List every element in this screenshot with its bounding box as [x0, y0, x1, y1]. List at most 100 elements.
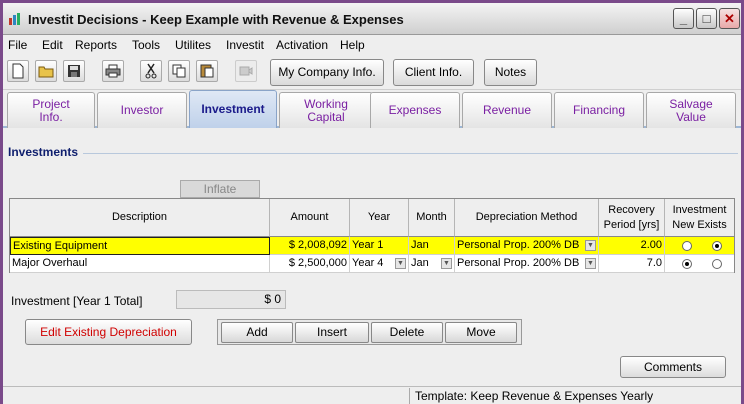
total-label: Investment [Year 1 Total]	[11, 294, 143, 308]
column-header-amount: Amount	[270, 199, 350, 237]
menu-investit[interactable]: Investit	[226, 38, 264, 52]
tab-label: Salvage	[669, 96, 713, 111]
month-cell[interactable]: Jan	[409, 237, 455, 255]
description-cell[interactable]: Existing Equipment	[10, 237, 270, 255]
menu-edit[interactable]: Edit	[42, 38, 63, 52]
depreciation-value: Personal Prop. 200% DB	[457, 239, 580, 251]
title-bar[interactable]: Investit Decisions - Keep Example with R…	[3, 3, 741, 35]
header-line: Period [yrs]	[603, 218, 660, 231]
depreciation-value: Personal Prop. 200% DB	[457, 257, 580, 269]
close-button[interactable]: ✕	[719, 8, 740, 29]
menu-activation[interactable]: Activation	[276, 38, 328, 52]
table-row[interactable]: Existing Equipment $ 2,008,092 Year 1 Ja…	[10, 237, 734, 255]
tab-label: Capital	[307, 109, 345, 124]
toolbar: My Company Info. Client Info. Notes	[3, 56, 741, 90]
camera-icon	[235, 60, 257, 82]
tab-label: Revenue	[482, 103, 532, 117]
tab-revenue[interactable]: Revenue	[462, 92, 552, 128]
move-button[interactable]: Move	[445, 322, 517, 343]
status-divider	[409, 388, 410, 404]
description-cell[interactable]: Major Overhaul	[10, 255, 270, 273]
tab-label: Investment	[201, 102, 265, 116]
recovery-cell[interactable]: 7.0	[599, 255, 665, 273]
amount-cell[interactable]: $ 2,500,000	[270, 255, 350, 273]
chevron-down-icon[interactable]: ▼	[395, 258, 406, 269]
amount-cell[interactable]: $ 2,008,092	[270, 237, 350, 255]
tab-label: Project	[32, 96, 70, 111]
investment-panel: Investments Inflate Description Amount Y…	[3, 130, 741, 387]
column-header-recovery: Recovery Period [yrs]	[599, 199, 665, 237]
section-title: Investments	[8, 145, 79, 159]
tab-project-info[interactable]: Project Info.	[7, 92, 95, 128]
tab-label: Value	[676, 109, 706, 124]
comments-button[interactable]: Comments	[620, 356, 726, 378]
section-divider	[83, 153, 738, 154]
edit-existing-depreciation-button[interactable]: Edit Existing Depreciation	[25, 319, 192, 345]
chevron-down-icon[interactable]: ▼	[585, 258, 596, 269]
new-radio[interactable]	[682, 259, 692, 269]
column-header-depreciation: Depreciation Method	[455, 199, 599, 237]
tab-bar: Project Info. Investor Investment Working…	[3, 90, 741, 128]
row-actions-group: Add Insert Delete Move	[217, 319, 522, 345]
header-line: Recovery	[608, 203, 655, 216]
app-icon	[9, 13, 20, 25]
tab-working-capital[interactable]: Working Capital	[279, 92, 373, 128]
exists-radio[interactable]	[712, 259, 722, 269]
column-header-description: Description	[10, 199, 270, 237]
column-header-month: Month	[409, 199, 455, 237]
tab-label: Working	[304, 96, 348, 111]
year-value: Year 4	[352, 257, 384, 269]
investment-table: Description Amount Year Month Depreciati…	[9, 198, 735, 273]
maximize-button[interactable]: □	[696, 8, 717, 29]
month-cell[interactable]: Jan ▼	[409, 255, 455, 273]
cut-icon[interactable]	[140, 60, 162, 82]
tab-investor[interactable]: Investor	[97, 92, 187, 128]
tab-label: Info.	[39, 109, 63, 124]
column-header-investment: Investment New Exists	[665, 199, 734, 237]
client-info-button[interactable]: Client Info.	[393, 59, 474, 86]
menu-reports[interactable]: Reports	[75, 38, 117, 52]
notes-button[interactable]: Notes	[484, 59, 537, 86]
tab-investment[interactable]: Investment	[189, 90, 277, 128]
delete-button[interactable]: Delete	[371, 322, 443, 343]
my-company-info-button[interactable]: My Company Info.	[270, 59, 384, 86]
open-icon[interactable]	[35, 60, 57, 82]
menu-bar: File Edit Reports Tools Utilites Investi…	[3, 35, 741, 55]
tab-salvage-value[interactable]: Salvage Value	[646, 92, 736, 128]
tab-label: Investor	[120, 103, 164, 117]
menu-file[interactable]: File	[8, 38, 27, 52]
minimize-button[interactable]: _	[673, 8, 694, 29]
add-button[interactable]: Add	[221, 322, 293, 343]
tab-financing[interactable]: Financing	[554, 92, 644, 128]
new-radio[interactable]	[682, 241, 692, 251]
status-template: Template: Keep Revenue & Expenses Yearly	[415, 389, 654, 403]
window-title: Investit Decisions - Keep Example with R…	[28, 12, 404, 27]
depreciation-cell[interactable]: Personal Prop. 200% DB ▼	[455, 255, 599, 273]
copy-icon[interactable]	[168, 60, 190, 82]
depreciation-cell[interactable]: Personal Prop. 200% DB ▼	[455, 237, 599, 255]
total-value: $ 0	[176, 290, 286, 309]
chevron-down-icon[interactable]: ▼	[441, 258, 452, 269]
menu-tools[interactable]: Tools	[132, 38, 160, 52]
chevron-down-icon[interactable]: ▼	[585, 240, 596, 251]
tab-expenses[interactable]: Expenses	[370, 92, 460, 128]
year-cell[interactable]: Year 4 ▼	[350, 255, 409, 273]
investment-type-cell	[665, 237, 734, 255]
recovery-cell[interactable]: 2.00	[599, 237, 665, 255]
print-icon[interactable]	[102, 60, 124, 82]
investment-type-cell	[665, 255, 734, 273]
header-line: New Exists	[672, 218, 727, 231]
insert-button[interactable]: Insert	[295, 322, 369, 343]
menu-help[interactable]: Help	[340, 38, 365, 52]
save-icon[interactable]	[63, 60, 85, 82]
header-line: Investment	[672, 203, 727, 216]
exists-radio[interactable]	[712, 241, 722, 251]
paste-icon[interactable]	[196, 60, 218, 82]
new-icon[interactable]	[7, 60, 29, 82]
menu-utilites[interactable]: Utilites	[175, 38, 211, 52]
year-cell[interactable]: Year 1	[350, 237, 409, 255]
status-bar: Template: Keep Revenue & Expenses Yearly	[3, 386, 741, 404]
table-row[interactable]: Major Overhaul $ 2,500,000 Year 4 ▼ Jan …	[10, 255, 734, 273]
tab-label: Expenses	[388, 103, 442, 117]
inflate-button: Inflate	[180, 180, 260, 198]
